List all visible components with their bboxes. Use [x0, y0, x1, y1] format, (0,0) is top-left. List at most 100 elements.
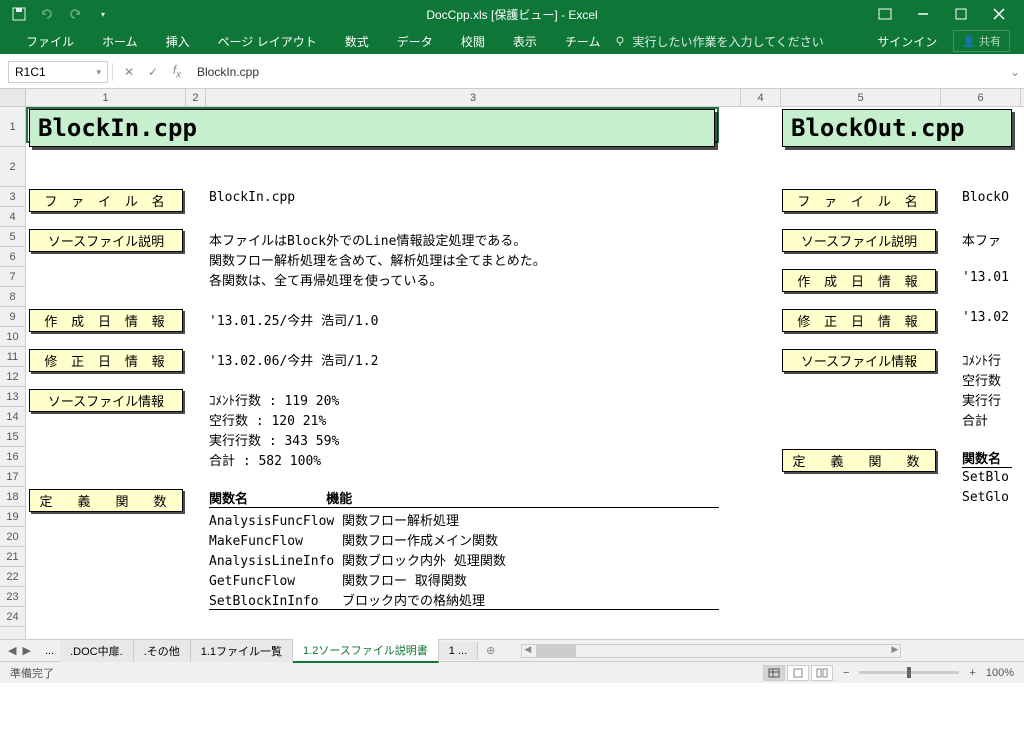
redo-icon[interactable]	[68, 7, 82, 21]
horizontal-scrollbar[interactable]: ◀ ▶	[521, 644, 901, 658]
row-header[interactable]: 11	[0, 347, 25, 367]
label-deffunc-right: 定 義 関 数	[782, 449, 936, 472]
sheet-nav[interactable]: ◀ ▶	[0, 644, 39, 657]
row-header[interactable]: 10	[0, 327, 25, 347]
tell-me-text: 実行したい作業を入力してください	[632, 33, 823, 50]
row-header[interactable]: 20	[0, 527, 25, 547]
tab-review[interactable]: 校閲	[447, 33, 499, 50]
tab-home[interactable]: ホーム	[88, 33, 152, 50]
share-button[interactable]: 👤 共有	[953, 30, 1010, 52]
expand-formula-icon[interactable]: ⌄	[1006, 65, 1024, 79]
sheet-next-icon[interactable]: ▶	[22, 644, 30, 657]
name-box-value: R1C1	[15, 65, 46, 79]
normal-view-icon[interactable]	[763, 665, 785, 681]
row-header[interactable]: 22	[0, 567, 25, 587]
formula-bar: R1C1 ▾ ✕ ✓ fx BlockIn.cpp ⌄	[0, 60, 1024, 84]
name-box[interactable]: R1C1 ▾	[8, 61, 108, 83]
zoom-out-icon[interactable]: −	[843, 667, 849, 679]
zoom-in-icon[interactable]: +	[969, 667, 975, 679]
row-header[interactable]: 17	[0, 467, 25, 487]
scroll-left-icon[interactable]: ◀	[524, 644, 531, 655]
row-header[interactable]: 6	[0, 247, 25, 267]
signin-link[interactable]: サインイン	[877, 33, 937, 50]
minimize-icon[interactable]	[916, 7, 930, 21]
value-info4: 合計 : 582 100%	[209, 450, 321, 469]
row-header[interactable]: 16	[0, 447, 25, 467]
row-header[interactable]: 13	[0, 387, 25, 407]
add-sheet-icon[interactable]: ⊕	[478, 644, 503, 657]
sheet-tab[interactable]: .その他	[134, 640, 191, 662]
row-header[interactable]: 4	[0, 207, 25, 227]
col-header[interactable]: 3	[206, 89, 741, 106]
row-header[interactable]: 14	[0, 407, 25, 427]
sheet-tab[interactable]: 1 ...	[439, 642, 478, 660]
col-header[interactable]: 6	[941, 89, 1021, 106]
formula-input[interactable]: BlockIn.cpp	[189, 63, 1006, 81]
row-header[interactable]: 24	[0, 607, 25, 627]
row-header[interactable]: 5	[0, 227, 25, 247]
func-row: GetFuncFlow 関数フロー 取得関数	[209, 570, 467, 589]
tell-me-search[interactable]: 実行したい作業を入力してください	[614, 33, 823, 50]
qat-dropdown-icon[interactable]: ▾	[96, 7, 110, 21]
title-bar: ▾ DocCpp.xls [保護ビュー] - Excel	[0, 0, 1024, 28]
ribbon-options-icon[interactable]	[878, 7, 892, 21]
row-header[interactable]: 7	[0, 267, 25, 287]
scroll-right-icon[interactable]: ▶	[891, 644, 898, 655]
row-header[interactable]: 21	[0, 547, 25, 567]
row-header[interactable]: 3	[0, 187, 25, 207]
value-desc2: 関数フロー解析処理を含めて、解析処理は全てまとめた。	[209, 250, 546, 269]
close-icon[interactable]	[992, 7, 1006, 21]
col-header[interactable]: 1	[26, 89, 186, 106]
row-header[interactable]: 1	[0, 107, 25, 147]
row-header[interactable]: 18	[0, 487, 25, 507]
spreadsheet-grid[interactable]: 1 2 3 4 5 6 1 2 3 4 5 6 7 8 9 10 11 12 1…	[0, 89, 1024, 639]
maximize-icon[interactable]	[954, 7, 968, 21]
sheet-more[interactable]: ...	[39, 645, 60, 657]
col-header[interactable]: 2	[186, 89, 206, 106]
page-layout-view-icon[interactable]	[787, 665, 809, 681]
row-header[interactable]: 19	[0, 507, 25, 527]
func-row: AnalysisLineInfo 関数ブロック内外 処理関数	[209, 550, 506, 569]
zoom-slider[interactable]	[859, 671, 959, 674]
row-header[interactable]: 23	[0, 587, 25, 607]
label-srcdesc-left: ソースファイル説明	[29, 229, 183, 252]
sheet-tab[interactable]: .DOC中扉.	[60, 640, 134, 662]
select-all-corner[interactable]	[0, 89, 26, 106]
zoom-level[interactable]: 100%	[986, 667, 1014, 679]
sheet-tab-bar: ◀ ▶ ... .DOC中扉. .その他 1.1ファイル一覧 1.2ソースファイ…	[0, 639, 1024, 661]
col-header[interactable]: 4	[741, 89, 781, 106]
col-header[interactable]: 5	[781, 89, 941, 106]
sheet-tab-active[interactable]: 1.2ソースファイル説明書	[293, 639, 439, 663]
column-headers: 1 2 3 4 5 6	[0, 89, 1024, 107]
cell-area[interactable]: BlockIn.cpp BlockOut.cpp フ ァ イ ル 名 Block…	[26, 107, 1024, 639]
tab-formulas[interactable]: 数式	[331, 33, 383, 50]
save-icon[interactable]	[12, 7, 26, 21]
enter-formula-icon[interactable]: ✓	[141, 61, 165, 83]
tab-insert[interactable]: 挿入	[152, 33, 204, 50]
label-modified-left: 修 正 日 情 報	[29, 349, 183, 372]
row-header[interactable]: 15	[0, 427, 25, 447]
cancel-formula-icon[interactable]: ✕	[117, 61, 141, 83]
row-header[interactable]: 9	[0, 307, 25, 327]
value-modified-left: '13.02.06/今井 浩司/1.2	[209, 350, 378, 369]
page-break-view-icon[interactable]	[811, 665, 833, 681]
section-header-left: BlockIn.cpp	[29, 109, 715, 147]
undo-icon[interactable]	[40, 7, 54, 21]
row-header[interactable]: 12	[0, 367, 25, 387]
value-info3: 実行行数 : 343 59%	[209, 430, 339, 449]
scrollbar-thumb[interactable]	[536, 645, 576, 657]
tab-pagelayout[interactable]: ページ レイアウト	[204, 33, 331, 50]
row-header[interactable]: 8	[0, 287, 25, 307]
tab-file[interactable]: ファイル	[12, 33, 88, 50]
tab-team[interactable]: チーム	[551, 33, 615, 50]
name-box-dropdown-icon[interactable]: ▾	[96, 67, 101, 78]
value-modified-right: '13.02	[962, 310, 1009, 325]
lightbulb-icon	[614, 35, 626, 47]
sheet-prev-icon[interactable]: ◀	[8, 644, 16, 657]
sheet-tab[interactable]: 1.1ファイル一覧	[191, 640, 293, 662]
fx-icon[interactable]: fx	[165, 61, 189, 83]
row-header[interactable]: 2	[0, 147, 25, 187]
tab-view[interactable]: 表示	[499, 33, 551, 50]
tab-data[interactable]: データ	[383, 33, 447, 50]
zoom-thumb[interactable]	[907, 667, 911, 678]
